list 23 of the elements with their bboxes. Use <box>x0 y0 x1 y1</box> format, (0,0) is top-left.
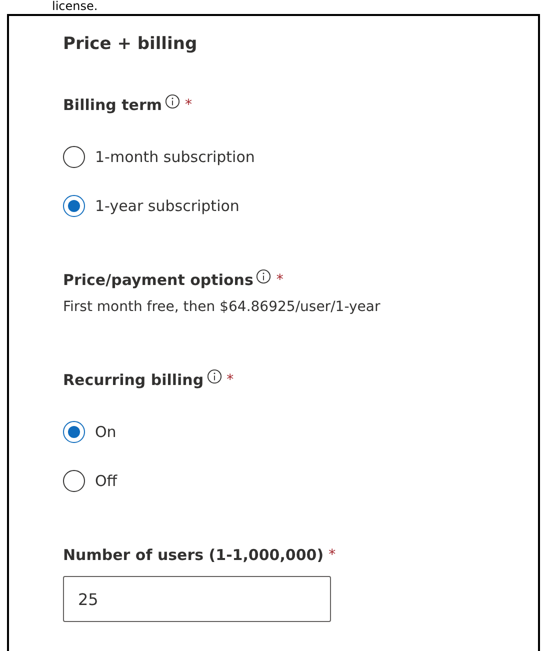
field-label: Price/payment options <box>63 270 254 291</box>
radio-label[interactable]: 1-month subscription <box>95 146 255 168</box>
required-mark: * <box>328 546 336 565</box>
heading-text: license. <box>52 0 98 13</box>
required-mark: * <box>185 96 192 115</box>
radio-button[interactable] <box>63 470 85 492</box>
input-field[interactable]: 25 <box>63 576 331 622</box>
radio-button[interactable] <box>63 421 85 443</box>
radio-label[interactable]: Off <box>95 470 118 492</box>
field-label: Billing term <box>63 95 162 116</box>
required-mark: * <box>276 271 284 290</box>
radio-label[interactable]: 1-year subscription <box>95 195 240 217</box>
field-label: Number of users (1-1,000,000) <box>63 545 324 566</box>
info-icon[interactable] <box>256 269 272 284</box>
info-icon[interactable] <box>165 94 180 109</box>
price-text: First month free, then $64.86925/user/1-year <box>63 299 380 315</box>
info-icon[interactable] <box>206 369 222 384</box>
section-title: Price + billing <box>63 34 198 54</box>
radio-button[interactable] <box>63 195 85 217</box>
radio-button[interactable] <box>63 146 85 168</box>
field-label: Recurring billing <box>63 370 204 391</box>
radio-label[interactable]: On <box>95 421 116 443</box>
required-mark: * <box>226 371 234 390</box>
